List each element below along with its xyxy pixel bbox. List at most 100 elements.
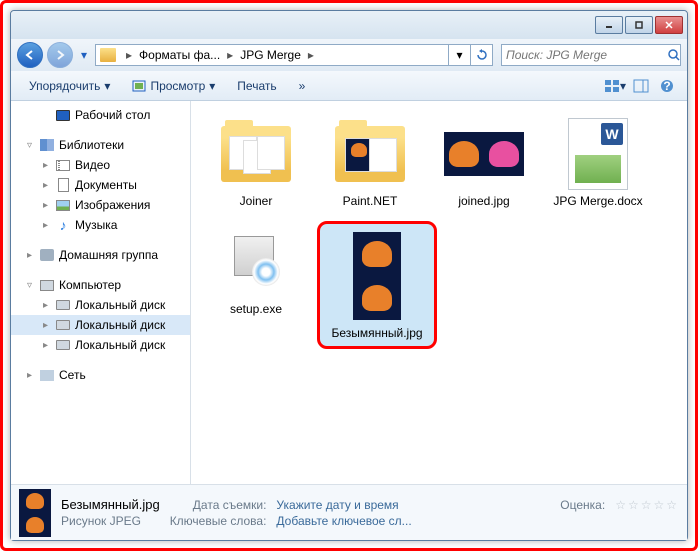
preview-label: Просмотр bbox=[150, 79, 205, 93]
file-label: Joiner bbox=[240, 194, 273, 208]
tree-documents[interactable]: ▸Документы bbox=[11, 175, 190, 195]
file-item-joined[interactable]: joined.jpg bbox=[431, 113, 537, 213]
breadcrumb-arrow[interactable]: ▸ bbox=[224, 45, 236, 65]
tree-label: Домашняя группа bbox=[59, 248, 158, 262]
tree-desktop[interactable]: Рабочий стол bbox=[11, 105, 190, 125]
folder-icon bbox=[335, 126, 405, 182]
docx-icon bbox=[568, 118, 628, 190]
file-label: Безымянный.jpg bbox=[331, 326, 422, 340]
preview-icon bbox=[132, 80, 146, 92]
details-filename: Безымянный.jpg bbox=[61, 497, 160, 512]
file-item-setup[interactable]: setup.exe bbox=[203, 221, 309, 349]
title-bar bbox=[11, 11, 687, 39]
folder-icon bbox=[100, 48, 116, 62]
breadcrumb-2[interactable]: JPG Merge bbox=[236, 45, 305, 65]
exe-icon bbox=[228, 234, 284, 290]
tree-homegroup[interactable]: ▸Домашняя группа bbox=[11, 245, 190, 265]
tree-video[interactable]: ▸Видео bbox=[11, 155, 190, 175]
navigation-bar: ▾ ▸ Форматы фа... ▸ JPG Merge ▸ ▾ bbox=[11, 39, 687, 71]
breadcrumb-root[interactable] bbox=[96, 45, 123, 65]
network-icon bbox=[40, 370, 54, 381]
tree-images[interactable]: ▸Изображения bbox=[11, 195, 190, 215]
navigation-pane: Рабочий стол ▿Библиотеки ▸Видео ▸Докумен… bbox=[11, 101, 191, 484]
search-input[interactable] bbox=[502, 48, 667, 62]
address-bar[interactable]: ▸ Форматы фа... ▸ JPG Merge ▸ ▾ bbox=[95, 44, 493, 66]
tree-label: Видео bbox=[75, 158, 110, 172]
addr-dropdown[interactable]: ▾ bbox=[448, 44, 470, 66]
details-date-value[interactable]: Укажите дату и время bbox=[276, 498, 550, 512]
file-label: Paint.NET bbox=[343, 194, 398, 208]
tree-music[interactable]: ▸♪Музыка bbox=[11, 215, 190, 235]
file-item-paintnet[interactable]: Paint.NET bbox=[317, 113, 423, 213]
file-list[interactable]: Joiner Paint.NET joined.jpg JPG Merge.do… bbox=[191, 101, 687, 484]
tree-label: Компьютер bbox=[59, 278, 121, 292]
breadcrumb-1[interactable]: Форматы фа... bbox=[135, 45, 224, 65]
search-icon[interactable] bbox=[667, 48, 681, 62]
close-button[interactable] bbox=[655, 16, 683, 34]
tree-drive-2[interactable]: ▸Локальный диск bbox=[11, 315, 190, 335]
details-keywords-label: Ключевые слова: bbox=[170, 514, 267, 528]
maximize-button[interactable] bbox=[625, 16, 653, 34]
video-icon bbox=[56, 160, 70, 171]
organize-button[interactable]: Упорядочить ▾ bbox=[19, 75, 120, 97]
tree-label: Локальный диск bbox=[75, 338, 165, 352]
tree-label: Локальный диск bbox=[75, 318, 165, 332]
tree-drive-3[interactable]: ▸Локальный диск bbox=[11, 335, 190, 355]
file-item-bez[interactable]: Безымянный.jpg bbox=[317, 221, 437, 349]
explorer-window: ▾ ▸ Форматы фа... ▸ JPG Merge ▸ ▾ Упоряд… bbox=[10, 10, 688, 541]
print-label: Печать bbox=[237, 79, 276, 93]
annotation-outer-highlight: ▾ ▸ Форматы фа... ▸ JPG Merge ▸ ▾ Упоряд… bbox=[0, 0, 698, 551]
desktop-icon bbox=[56, 110, 70, 121]
svg-text:?: ? bbox=[663, 79, 670, 93]
tree-network[interactable]: ▸Сеть bbox=[11, 365, 190, 385]
drive-icon bbox=[56, 340, 70, 350]
music-icon: ♪ bbox=[55, 217, 71, 233]
images-icon bbox=[56, 200, 70, 211]
drive-icon bbox=[56, 320, 70, 330]
back-button[interactable] bbox=[17, 42, 43, 68]
tree-label: Музыка bbox=[75, 218, 117, 232]
tree-computer[interactable]: ▿Компьютер bbox=[11, 275, 190, 295]
file-item-jpgmerge[interactable]: JPG Merge.docx bbox=[545, 113, 651, 213]
view-options-button[interactable]: ▾ bbox=[603, 74, 627, 98]
breadcrumb-arrow[interactable]: ▸ bbox=[123, 45, 135, 65]
preview-pane-button[interactable] bbox=[629, 74, 653, 98]
tree-libraries[interactable]: ▿Библиотеки bbox=[11, 135, 190, 155]
search-box[interactable] bbox=[501, 44, 681, 66]
homegroup-icon bbox=[40, 249, 54, 261]
libraries-icon bbox=[40, 139, 54, 151]
breadcrumb-arrow[interactable]: ▸ bbox=[305, 45, 317, 65]
image-thumbnail bbox=[444, 132, 524, 176]
history-dropdown[interactable]: ▾ bbox=[77, 45, 91, 65]
help-button[interactable]: ? bbox=[655, 74, 679, 98]
print-button[interactable]: Печать bbox=[227, 75, 286, 97]
file-label: JPG Merge.docx bbox=[553, 194, 642, 208]
details-rating-stars[interactable]: ☆☆☆☆☆ bbox=[615, 498, 679, 512]
content-area: Рабочий стол ▿Библиотеки ▸Видео ▸Докумен… bbox=[11, 101, 687, 484]
details-keywords-value[interactable]: Добавьте ключевое сл... bbox=[276, 514, 550, 528]
toolbar: Упорядочить ▾ Просмотр ▾ Печать » ▾ ? bbox=[11, 71, 687, 101]
refresh-button[interactable] bbox=[470, 44, 492, 66]
details-thumbnail bbox=[19, 489, 51, 537]
folder-icon bbox=[221, 126, 291, 182]
computer-icon bbox=[40, 280, 54, 291]
drive-icon bbox=[56, 300, 70, 310]
details-filetype: Рисунок JPEG bbox=[61, 514, 160, 528]
details-date-label: Дата съемки: bbox=[170, 498, 267, 512]
minimize-button[interactable] bbox=[595, 16, 623, 34]
organize-label: Упорядочить bbox=[29, 79, 100, 93]
preview-button[interactable]: Просмотр ▾ bbox=[122, 75, 225, 97]
file-label: joined.jpg bbox=[458, 194, 509, 208]
file-item-joiner[interactable]: Joiner bbox=[203, 113, 309, 213]
toolbar-more[interactable]: » bbox=[289, 75, 316, 97]
tree-label: Рабочий стол bbox=[75, 108, 150, 122]
documents-icon bbox=[58, 178, 69, 192]
tree-label: Локальный диск bbox=[75, 298, 165, 312]
forward-button[interactable] bbox=[47, 42, 73, 68]
tree-label: Библиотеки bbox=[59, 138, 124, 152]
tree-label: Документы bbox=[75, 178, 137, 192]
tree-label: Изображения bbox=[75, 198, 150, 212]
details-rating-label: Оценка: bbox=[560, 498, 605, 512]
tree-drive-1[interactable]: ▸Локальный диск bbox=[11, 295, 190, 315]
image-thumbnail bbox=[353, 232, 401, 320]
